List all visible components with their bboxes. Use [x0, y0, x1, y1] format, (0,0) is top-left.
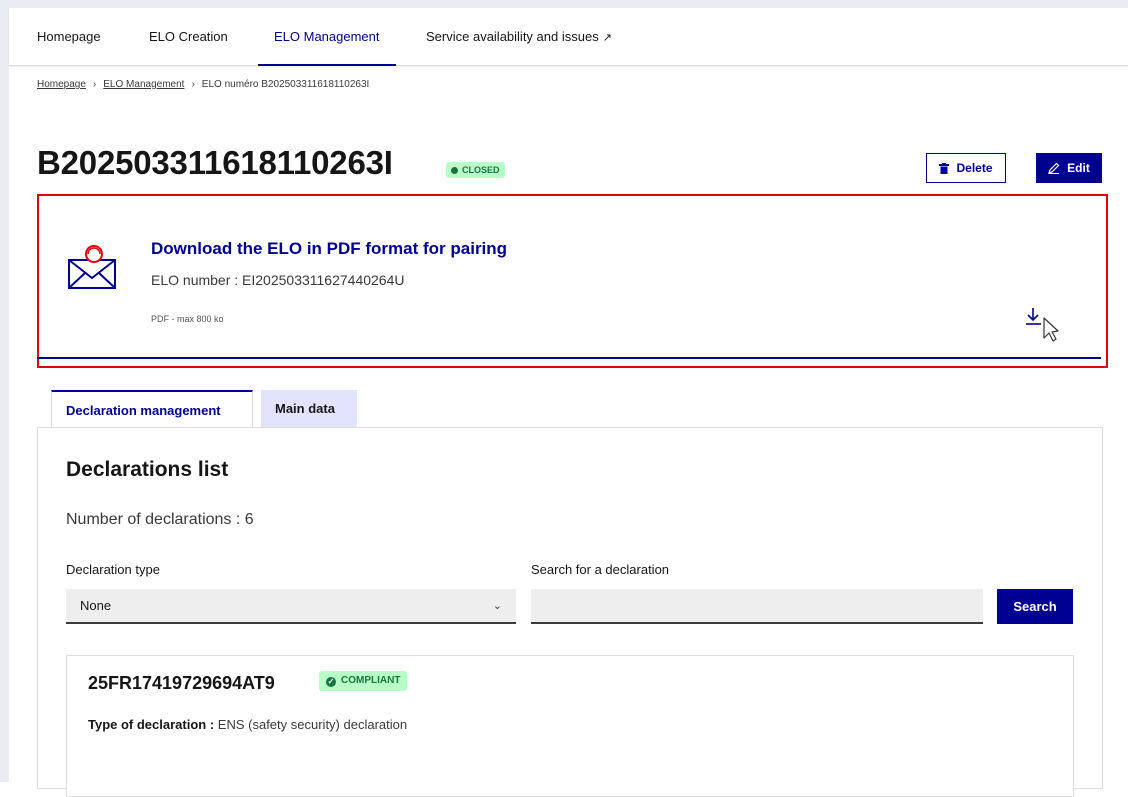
breadcrumb-elo-management[interactable]: ELO Management	[103, 79, 184, 90]
declaration-type-text: Type of declaration : ENS (safety securi…	[88, 717, 407, 732]
edit-button[interactable]: Edit	[1036, 153, 1102, 183]
file-meta: PDF - max 800 ko	[151, 314, 224, 324]
window-frame-left	[0, 0, 9, 782]
download-pdf-link[interactable]: Download the ELO in PDF format for pairi…	[151, 239, 507, 259]
breadcrumb-homepage[interactable]: Homepage	[37, 79, 86, 90]
declarations-count: Number of declarations : 6	[66, 511, 254, 528]
tab-main-data[interactable]: Main data	[261, 390, 357, 427]
edit-button-label: Edit	[1067, 161, 1090, 175]
check-circle-icon: ✓	[326, 677, 336, 687]
breadcrumb-separator-icon: ›	[92, 79, 97, 90]
nav-item-homepage[interactable]: Homepage	[37, 8, 101, 65]
declaration-type-select[interactable]: None ⌄	[66, 589, 516, 624]
download-card-underline	[37, 357, 1101, 359]
nav-item-service-availability-label: Service availability and issues	[426, 29, 599, 44]
search-declaration-input[interactable]	[531, 589, 983, 624]
declaration-type-value: None	[80, 598, 112, 613]
declarations-heading: Declarations list	[66, 458, 229, 481]
window-frame-top	[0, 0, 1128, 8]
envelope-notification-icon	[68, 245, 116, 289]
status-badge-label: CLOSED	[462, 165, 500, 175]
nav-item-elo-creation[interactable]: ELO Creation	[149, 8, 228, 65]
page-title: B202503311618110263I	[37, 144, 393, 181]
declaration-type-key: Type of declaration :	[88, 717, 215, 732]
trash-icon	[939, 162, 950, 174]
pencil-icon	[1048, 162, 1060, 174]
nav-item-service-availability[interactable]: Service availability and issues ↗	[426, 8, 612, 65]
chevron-down-icon: ⌄	[492, 600, 502, 612]
declaration-type-label: Declaration type	[66, 562, 160, 577]
download-icon[interactable]	[1024, 306, 1064, 344]
search-declaration-label: Search for a declaration	[531, 562, 670, 577]
breadcrumb-current: ELO numéro B20250331161811026​3I	[201, 79, 370, 90]
search-button[interactable]: Search	[997, 589, 1073, 624]
status-dot-icon	[451, 167, 458, 174]
status-badge-compliant-label: COMPLIANT	[341, 675, 401, 686]
main-navigation: Homepage ELO Creation ELO Management Ser…	[9, 8, 1128, 66]
delete-button[interactable]: Delete	[926, 153, 1006, 183]
breadcrumb-separator-icon: ›	[191, 79, 195, 90]
delete-button-label: Delete	[956, 161, 993, 175]
declaration-type-val: ENS (safety security) declaration	[217, 717, 408, 732]
tab-declaration-management[interactable]: Declaration management	[51, 390, 253, 427]
declaration-id: 25FR17419729694AT9	[88, 673, 275, 693]
status-badge-compliant: ✓ COMPLIANT	[319, 671, 408, 691]
status-badge-closed: CLOSED	[446, 162, 505, 178]
elo-number: ELO number : EI202503311627440264U	[151, 272, 405, 288]
nav-item-elo-management[interactable]: ELO Management	[258, 8, 395, 66]
breadcrumb: Homepage › ELO Management › ELO numéro B2025…	[37, 79, 369, 90]
external-link-icon: ↗	[602, 32, 612, 44]
